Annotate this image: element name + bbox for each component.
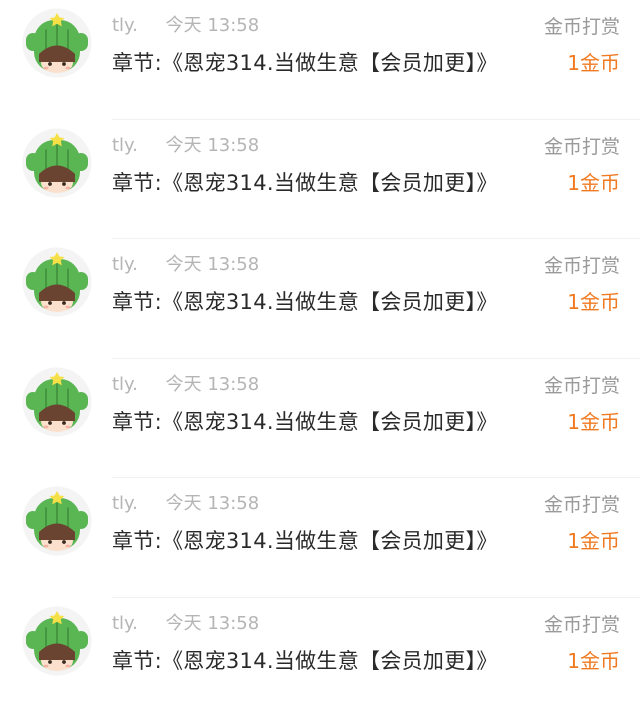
timestamp: 今天 13:58 [166, 374, 260, 395]
chapter-title[interactable]: 章节:《恩宠314.当做生意【会员加更】》 [112, 169, 498, 197]
username[interactable]: tly. [112, 15, 138, 36]
reward-type-label: 金币打赏 [544, 253, 620, 279]
reward-meta: tly. 今天 13:58 [112, 14, 259, 38]
reward-meta: tly. 今天 13:58 [112, 134, 259, 158]
reward-amount: 1金币 [567, 289, 620, 316]
reward-amount: 1金币 [567, 170, 620, 197]
cactus-avatar-icon[interactable] [22, 8, 92, 78]
reward-meta: tly. 今天 13:58 [112, 612, 259, 636]
cactus-avatar-icon[interactable] [22, 247, 92, 317]
chapter-title[interactable]: 章节:《恩宠314.当做生意【会员加更】》 [112, 527, 498, 555]
timestamp: 今天 13:58 [166, 613, 260, 634]
reward-amount: 1金币 [567, 648, 620, 675]
username[interactable]: tly. [112, 374, 138, 395]
reward-type-label: 金币打赏 [544, 134, 620, 160]
cactus-avatar-icon[interactable] [22, 367, 92, 437]
reward-row[interactable]: tly. 今天 13:58 章节:《恩宠314.当做生意【会员加更】》 金币打赏… [0, 478, 640, 598]
reward-type-label: 金币打赏 [544, 492, 620, 518]
reward-list: tly. 今天 13:58 章节:《恩宠314.当做生意【会员加更】》 金币打赏… [0, 0, 640, 690]
chapter-title[interactable]: 章节:《恩宠314.当做生意【会员加更】》 [112, 647, 498, 675]
timestamp: 今天 13:58 [166, 15, 260, 36]
chapter-title[interactable]: 章节:《恩宠314.当做生意【会员加更】》 [112, 49, 498, 77]
username[interactable]: tly. [112, 254, 138, 275]
reward-row[interactable]: tly. 今天 13:58 章节:《恩宠314.当做生意【会员加更】》 金币打赏… [0, 239, 640, 359]
reward-type-label: 金币打赏 [544, 612, 620, 638]
cactus-avatar-icon[interactable] [22, 486, 92, 556]
reward-row[interactable]: tly. 今天 13:58 章节:《恩宠314.当做生意【会员加更】》 金币打赏… [0, 0, 640, 120]
reward-meta: tly. 今天 13:58 [112, 253, 259, 277]
reward-row[interactable]: tly. 今天 13:58 章节:《恩宠314.当做生意【会员加更】》 金币打赏… [0, 120, 640, 240]
reward-meta: tly. 今天 13:58 [112, 373, 259, 397]
timestamp: 今天 13:58 [166, 254, 260, 275]
chapter-title[interactable]: 章节:《恩宠314.当做生意【会员加更】》 [112, 408, 498, 436]
cactus-avatar-icon[interactable] [22, 128, 92, 198]
timestamp: 今天 13:58 [166, 135, 260, 156]
reward-amount: 1金币 [567, 528, 620, 555]
timestamp: 今天 13:58 [166, 493, 260, 514]
username[interactable]: tly. [112, 493, 138, 514]
chapter-title[interactable]: 章节:《恩宠314.当做生意【会员加更】》 [112, 288, 498, 316]
reward-type-label: 金币打赏 [544, 14, 620, 40]
reward-row[interactable]: tly. 今天 13:58 章节:《恩宠314.当做生意【会员加更】》 金币打赏… [0, 359, 640, 479]
cactus-avatar-icon[interactable] [22, 606, 92, 676]
reward-type-label: 金币打赏 [544, 373, 620, 399]
reward-row[interactable]: tly. 今天 13:58 章节:《恩宠314.当做生意【会员加更】》 金币打赏… [0, 598, 640, 717]
reward-amount: 1金币 [567, 409, 620, 436]
reward-amount: 1金币 [567, 50, 620, 77]
reward-meta: tly. 今天 13:58 [112, 492, 259, 516]
username[interactable]: tly. [112, 135, 138, 156]
username[interactable]: tly. [112, 613, 138, 634]
